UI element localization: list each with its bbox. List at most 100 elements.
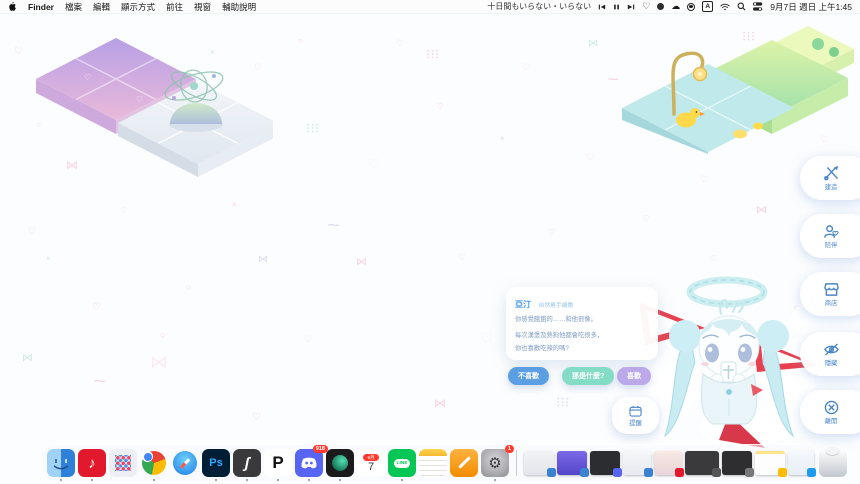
wallpaper-motif: ♡: [396, 39, 404, 48]
side-button-label: 商店: [825, 298, 838, 307]
isometric-platform-right: [612, 22, 860, 154]
isometric-platform-left: ♡ ♡: [28, 28, 273, 178]
dock-finder[interactable]: [47, 449, 75, 477]
dock-dark-planet-app[interactable]: [326, 449, 354, 477]
pause-icon[interactable]: [613, 2, 620, 12]
cloud-status-icon[interactable]: ☁: [671, 2, 680, 12]
dock-p-app[interactable]: P: [264, 449, 292, 477]
dislike-button[interactable]: 不喜歡: [508, 367, 549, 385]
wallpaper-motif: ♡: [586, 153, 594, 162]
what-is-that-button[interactable]: 那是什麼?: [562, 367, 614, 385]
status-dot-icon[interactable]: [657, 2, 664, 12]
wallpaper-motif: ♡: [92, 303, 101, 313]
menu-file[interactable]: 檔案: [65, 1, 82, 13]
dock-notes[interactable]: [419, 449, 447, 477]
window-thumbnail-clip-studio[interactable]: [685, 451, 719, 475]
like-button[interactable]: 喜歡: [617, 367, 651, 385]
heart-menu-icon[interactable]: ♡: [642, 2, 650, 12]
wallpaper-motif: ♡: [642, 215, 649, 223]
discord-icon: [299, 456, 319, 470]
chrome-icon: [142, 451, 166, 475]
menu-window[interactable]: 視窗: [194, 1, 211, 13]
dock-system-settings[interactable]: 1 ⚙: [481, 449, 509, 477]
window-thumbnail-finder[interactable]: [557, 451, 587, 475]
side-button-label: 建造: [825, 182, 838, 191]
wallpaper-motif: ♡: [368, 157, 380, 170]
menu-view[interactable]: 顯示方式: [121, 1, 155, 13]
wallpaper-motif: ♡: [304, 335, 312, 344]
wallpaper-motif: ♡: [458, 253, 466, 262]
wallpaper-motif: ~: [94, 375, 106, 387]
window-thumbnail-system[interactable]: [722, 451, 752, 475]
wallpaper-motif: ○: [298, 37, 303, 45]
dock-discord[interactable]: 918: [295, 449, 323, 477]
previous-track-icon[interactable]: [598, 2, 606, 12]
wallpaper-motif: [556, 397, 569, 407]
spotlight-search-icon[interactable]: [737, 2, 746, 12]
gear-icon: ⚙: [488, 454, 501, 472]
apple-menu-icon[interactable]: [8, 2, 17, 12]
window-thumbnail-app-store[interactable]: [788, 451, 814, 475]
menu-finder[interactable]: Finder: [28, 2, 54, 12]
photoshop-icon: Ps: [209, 457, 222, 469]
menu-go[interactable]: 前往: [166, 1, 183, 13]
now-playing-title[interactable]: 十日間もいらない・いらない: [487, 1, 591, 12]
wallpaper-motif: ♡: [28, 227, 36, 236]
side-button-label: 隱藏: [825, 358, 838, 367]
wifi-icon[interactable]: [720, 2, 730, 12]
pen-icon: [458, 456, 471, 469]
dock-clip-studio-paint[interactable]: ʃ: [233, 449, 261, 477]
music-note-icon: ♪: [88, 455, 96, 472]
menu-clock[interactable]: 9月7日 週日 上午1:45: [770, 1, 852, 13]
menu-help[interactable]: 輔助說明: [222, 1, 256, 13]
wallpaper-motif: [426, 49, 439, 59]
close-circle-icon: [823, 400, 840, 415]
next-track-icon[interactable]: [627, 2, 635, 12]
window-thumbnail-finder[interactable]: [623, 451, 651, 475]
desktop-screen: Finder 檔案 編輯 顯示方式 前往 視窗 輔助說明 十日間もいらない・いら…: [0, 0, 860, 484]
wallpaper-motif: ♡: [14, 47, 23, 57]
window-thumbnail-chrome[interactable]: [755, 451, 785, 475]
wallpaper-motif: ♡: [480, 331, 493, 345]
reminder-label: 提醒: [629, 418, 642, 427]
window-thumbnail-discord[interactable]: [590, 451, 620, 475]
dock-netease-music[interactable]: ♪: [78, 449, 106, 477]
screen-record-icon[interactable]: [687, 2, 695, 12]
notes-icon: [419, 449, 447, 456]
side-button-shop[interactable]: 商店: [800, 272, 860, 316]
side-button-build[interactable]: 建造: [800, 156, 860, 200]
pet-name-tag: 自然捲手細胞: [538, 303, 573, 309]
dock-launchpad[interactable]: [109, 449, 137, 477]
pet-character[interactable]: [633, 266, 828, 448]
input-source-badge[interactable]: A: [702, 1, 713, 12]
window-thumbnail-netease[interactable]: [654, 451, 682, 475]
wallpaper-motif: ♡: [436, 103, 443, 111]
dock-pages[interactable]: [450, 449, 478, 477]
wallpaper-motif: ♡: [700, 175, 708, 184]
storefront-icon: [823, 282, 840, 297]
menu-bar: Finder 檔案 編輯 顯示方式 前往 視窗 輔助說明 十日間もいらない・いら…: [0, 0, 860, 13]
side-button-quit[interactable]: 離開: [800, 390, 860, 434]
wallpaper-motif: ⋈: [22, 353, 33, 364]
dock-calendar[interactable]: 9月 7: [357, 449, 385, 477]
side-button-hide[interactable]: 隱藏: [800, 332, 860, 376]
wallpaper-motif: ♡: [252, 413, 261, 423]
control-center-icon[interactable]: [753, 2, 763, 12]
pet-name: 亞汀: [515, 300, 531, 309]
side-button-companion[interactable]: 陪伴: [800, 214, 860, 258]
person-heart-icon: [823, 224, 840, 239]
calendar-day: 7: [368, 461, 374, 474]
p-app-icon: P: [272, 453, 283, 473]
wallpaper-motif: ♡: [710, 255, 717, 263]
reminder-button[interactable]: 提醒: [612, 397, 659, 434]
eye-slash-icon: [823, 342, 840, 357]
dock-photoshop[interactable]: Ps: [202, 449, 230, 477]
dock-chrome[interactable]: [140, 449, 168, 477]
wallpaper-motif: ⋈: [356, 257, 367, 268]
menu-edit[interactable]: 編輯: [93, 1, 110, 13]
window-thumbnail-finder[interactable]: [524, 451, 554, 475]
dock-line[interactable]: LINE: [388, 449, 416, 477]
clip-studio-icon: ʃ: [245, 455, 250, 472]
dock-trash[interactable]: [819, 449, 847, 477]
dock-safari[interactable]: [171, 449, 199, 477]
